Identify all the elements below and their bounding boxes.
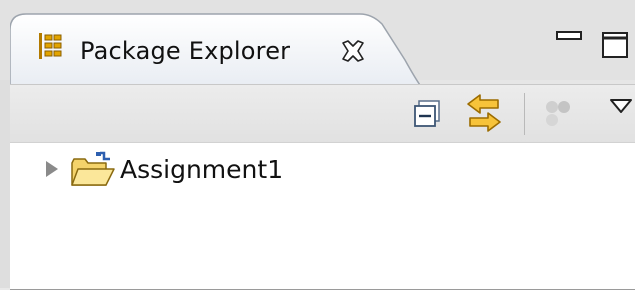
expand-arrow-icon[interactable] (44, 159, 60, 179)
maximize-icon[interactable] (600, 30, 630, 60)
tree-item-label: Assignment1 (120, 155, 284, 184)
close-icon[interactable] (340, 38, 366, 64)
tree-item-assignment1[interactable]: Assignment1 (10, 149, 610, 189)
toolbar-separator (524, 93, 525, 135)
project-tree: Assignment1 (10, 142, 635, 290)
tab-strip: Package Explorer (0, 0, 635, 85)
tab-package-explorer[interactable]: Package Explorer (10, 10, 420, 85)
package-explorer-icon (39, 33, 62, 59)
link-with-editor-icon[interactable] (462, 91, 506, 135)
focus-icon[interactable] (540, 95, 576, 131)
package-explorer-view: Package Explorer Assignment1 (0, 0, 635, 290)
minimize-icon[interactable] (555, 28, 583, 48)
project-folder-icon (71, 151, 115, 186)
tab-title: Package Explorer (80, 37, 291, 65)
view-menu-chevron-icon[interactable] (608, 97, 634, 117)
collapse-all-icon[interactable] (412, 99, 442, 129)
view-toolbar (10, 84, 635, 143)
